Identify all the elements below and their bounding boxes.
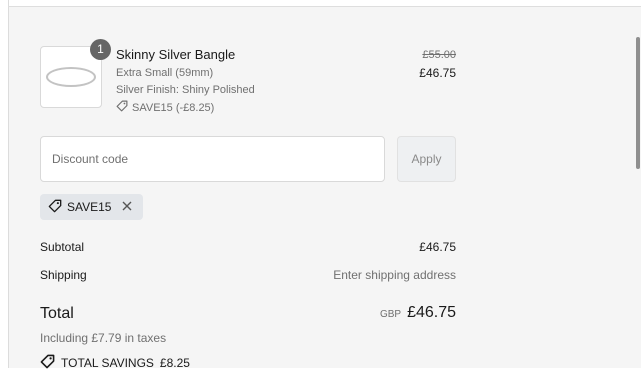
scrollbar-track[interactable]	[635, 7, 641, 368]
tag-icon	[48, 199, 62, 216]
total-savings: TOTAL SAVINGS £8.25	[40, 354, 190, 372]
discounted-price: £46.75	[419, 66, 456, 80]
total-amount: £46.75	[407, 304, 456, 321]
shipping-value: Enter shipping address	[333, 268, 456, 282]
currency-code: GBP	[379, 309, 402, 320]
product-variant: Extra Small (59mm)	[116, 67, 214, 79]
order-summary-panel	[9, 7, 641, 368]
product-name: Skinny Silver Bangle	[116, 47, 236, 62]
original-price: £55.00	[422, 49, 456, 61]
quantity-badge: 1	[90, 39, 111, 60]
total-label: Total	[40, 305, 74, 322]
tag-icon	[116, 100, 128, 115]
tag-icon	[40, 354, 55, 372]
subtotal-label: Subtotal	[40, 240, 85, 254]
total-price: GBP £46.75	[380, 304, 456, 322]
apply-button[interactable]: Apply	[397, 136, 456, 182]
scrollbar-thumb[interactable]	[636, 37, 640, 169]
close-icon[interactable]	[120, 200, 134, 214]
shipping-label: Shipping	[40, 268, 87, 282]
applied-discount-code: SAVE15	[67, 200, 112, 214]
product-discount-label: SAVE15 (-£8.25)	[132, 101, 215, 114]
discount-code-input[interactable]	[40, 136, 385, 182]
subtotal-value: £46.75	[419, 240, 456, 254]
product-finish: Silver Finish: Shiny Polished	[116, 84, 255, 96]
bangle-image	[46, 67, 96, 87]
page-left-edge	[0, 0, 9, 368]
taxes-note: Including £7.79 in taxes	[40, 331, 167, 345]
product-discount: SAVE15 (-£8.25)	[116, 100, 214, 115]
applied-discount-chip: SAVE15	[40, 194, 144, 220]
